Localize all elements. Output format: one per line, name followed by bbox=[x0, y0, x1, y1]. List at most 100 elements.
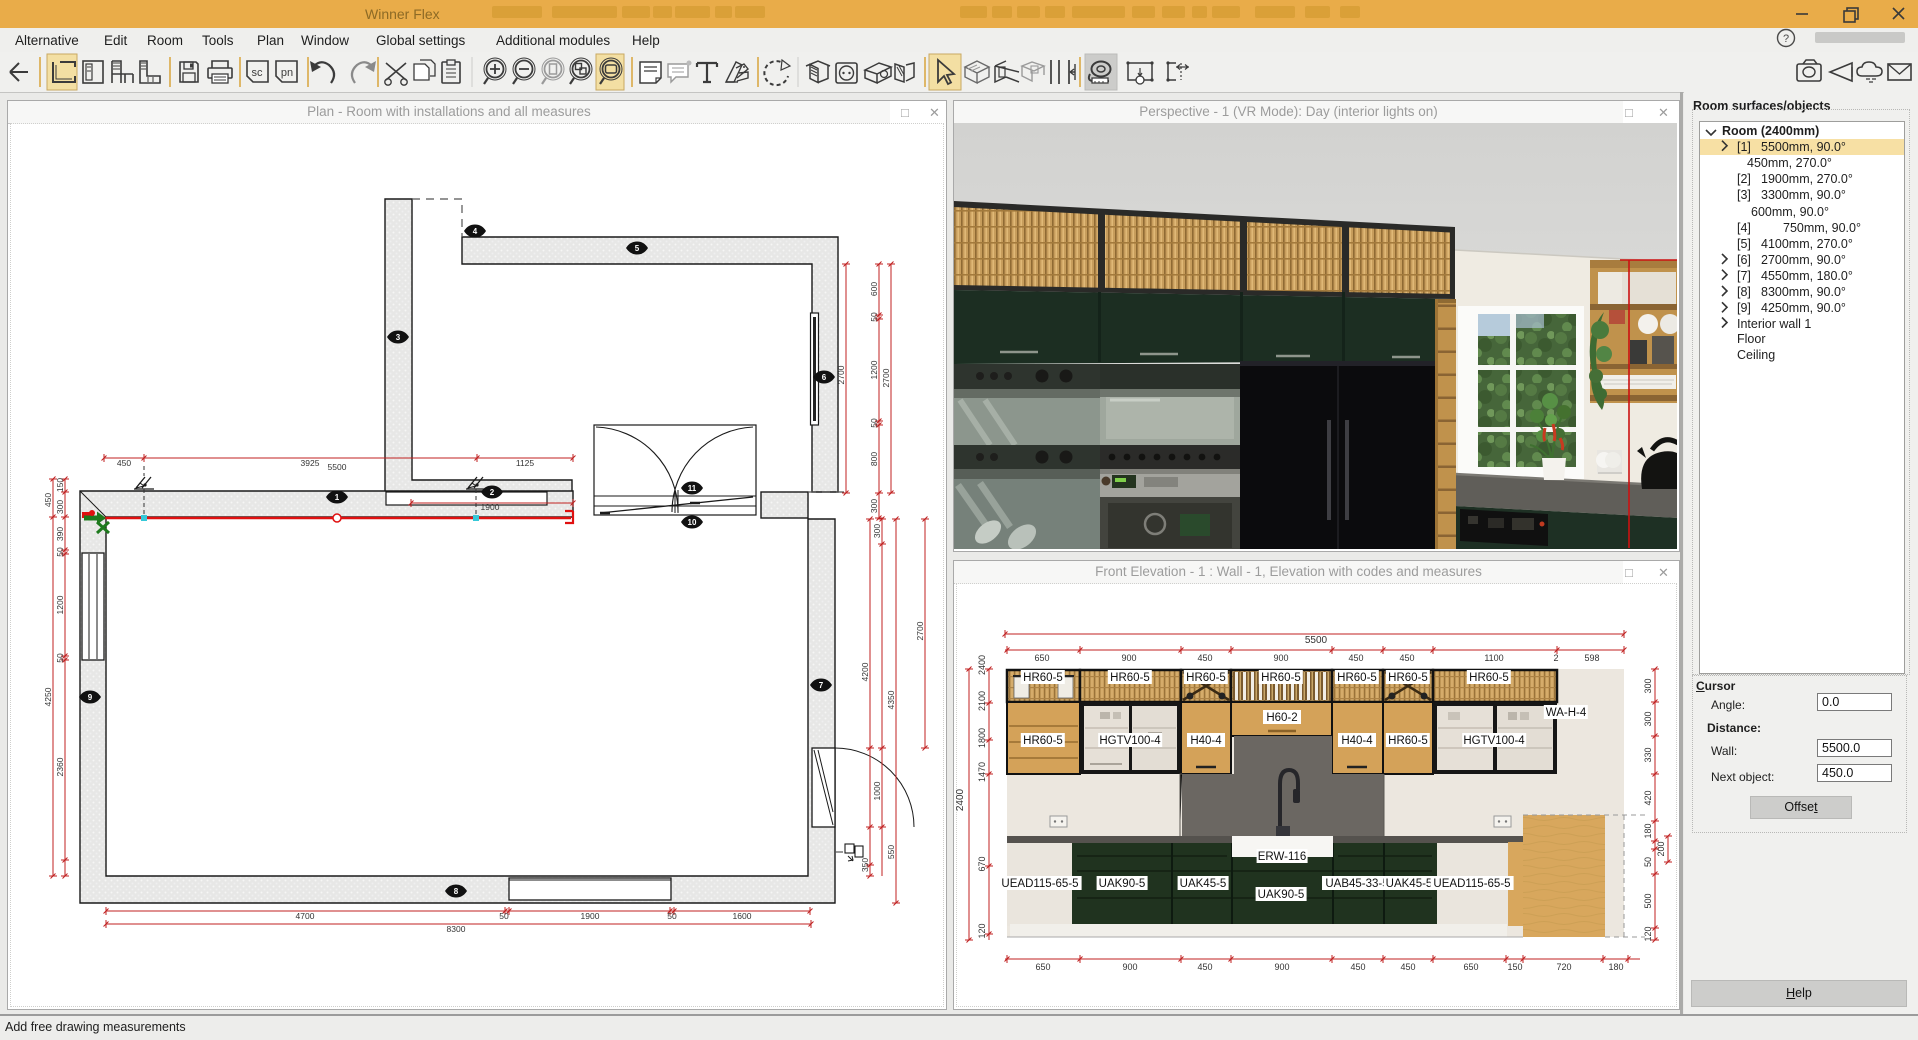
svg-text:1100: 1100 bbox=[1484, 653, 1503, 663]
svg-text:?: ? bbox=[1783, 33, 1789, 45]
svg-text:1: 1 bbox=[335, 493, 340, 502]
svg-text:5500: 5500 bbox=[1305, 635, 1328, 646]
svg-text:ERW-116: ERW-116 bbox=[1258, 851, 1307, 863]
svg-text:4350: 4350 bbox=[886, 690, 896, 709]
svg-text:HR60-5: HR60-5 bbox=[1469, 672, 1509, 684]
svg-text:50: 50 bbox=[869, 312, 879, 322]
svg-text:598: 598 bbox=[1584, 653, 1599, 663]
svg-text:HR60-5: HR60-5 bbox=[1023, 672, 1063, 684]
svg-text:50: 50 bbox=[55, 653, 65, 663]
svg-text:300: 300 bbox=[869, 499, 879, 513]
svg-text:390: 390 bbox=[55, 527, 65, 541]
svg-text:sc: sc bbox=[252, 67, 264, 79]
svg-text:2400: 2400 bbox=[955, 788, 966, 811]
svg-text:UAK45-5: UAK45-5 bbox=[1180, 878, 1227, 890]
svg-text:50: 50 bbox=[499, 911, 509, 921]
svg-text:UAK45-5: UAK45-5 bbox=[1386, 878, 1433, 890]
svg-text:1000: 1000 bbox=[872, 781, 882, 800]
svg-text:10: 10 bbox=[688, 518, 697, 527]
svg-text:11: 11 bbox=[688, 484, 697, 493]
svg-text:2700: 2700 bbox=[915, 621, 925, 640]
svg-text:1900: 1900 bbox=[481, 502, 500, 512]
svg-text:HR60-5: HR60-5 bbox=[1388, 735, 1428, 747]
svg-text:4200: 4200 bbox=[860, 662, 870, 681]
svg-text:2700: 2700 bbox=[881, 368, 891, 387]
svg-text:HR60-5: HR60-5 bbox=[1337, 672, 1377, 684]
svg-text:120: 120 bbox=[977, 923, 987, 938]
svg-text:HR60-5: HR60-5 bbox=[1023, 735, 1063, 747]
svg-text:4700: 4700 bbox=[296, 911, 315, 921]
svg-text:150: 150 bbox=[55, 478, 65, 492]
svg-text:800: 800 bbox=[869, 452, 879, 466]
svg-text:4: 4 bbox=[473, 227, 478, 236]
svg-text:180: 180 bbox=[1608, 962, 1623, 972]
svg-text:450: 450 bbox=[1197, 962, 1212, 972]
svg-text:3: 3 bbox=[396, 333, 401, 342]
svg-text:H40-4: H40-4 bbox=[1190, 735, 1222, 747]
svg-text:2: 2 bbox=[490, 488, 495, 497]
svg-text:600: 600 bbox=[869, 282, 879, 296]
svg-text:300: 300 bbox=[1643, 678, 1653, 693]
svg-text:UAK90-5: UAK90-5 bbox=[1258, 889, 1305, 901]
svg-text:50: 50 bbox=[667, 911, 677, 921]
svg-text:300: 300 bbox=[55, 500, 65, 514]
svg-text:650: 650 bbox=[1035, 962, 1050, 972]
svg-text:120: 120 bbox=[1643, 926, 1653, 941]
svg-text:2700: 2700 bbox=[836, 365, 846, 384]
svg-text:UEAD115-65-5: UEAD115-65-5 bbox=[1433, 878, 1510, 890]
svg-text:2400: 2400 bbox=[977, 655, 987, 675]
svg-text:450: 450 bbox=[1400, 962, 1415, 972]
svg-text:1125: 1125 bbox=[516, 458, 535, 468]
svg-text:1800: 1800 bbox=[977, 728, 987, 748]
svg-text:200: 200 bbox=[1656, 841, 1666, 856]
svg-text:HGTV100-4: HGTV100-4 bbox=[1099, 735, 1161, 747]
svg-text:WA-H-4: WA-H-4 bbox=[1546, 707, 1587, 719]
svg-text:7: 7 bbox=[819, 681, 824, 690]
svg-text:2100: 2100 bbox=[977, 691, 987, 711]
svg-text:900: 900 bbox=[1122, 962, 1137, 972]
svg-text:4250: 4250 bbox=[43, 687, 53, 706]
svg-text:900: 900 bbox=[1273, 653, 1288, 663]
svg-text:300: 300 bbox=[872, 524, 882, 538]
svg-text:2: 2 bbox=[1553, 653, 1558, 663]
svg-text:H60-2: H60-2 bbox=[1266, 712, 1297, 724]
svg-text:8300: 8300 bbox=[447, 924, 466, 934]
svg-text:500: 500 bbox=[1643, 893, 1653, 908]
svg-text:180: 180 bbox=[1643, 823, 1653, 838]
svg-text:450: 450 bbox=[1399, 653, 1414, 663]
svg-text:450: 450 bbox=[1350, 962, 1365, 972]
svg-text:900: 900 bbox=[1274, 962, 1289, 972]
svg-text:5: 5 bbox=[635, 244, 640, 253]
svg-text:HR60-5: HR60-5 bbox=[1110, 672, 1150, 684]
svg-text:6: 6 bbox=[822, 373, 827, 382]
svg-text:2360: 2360 bbox=[55, 757, 65, 776]
svg-text:330: 330 bbox=[1643, 747, 1653, 762]
svg-text:HR60-5: HR60-5 bbox=[1388, 672, 1428, 684]
svg-text:900: 900 bbox=[1121, 653, 1136, 663]
svg-text:50: 50 bbox=[1643, 857, 1653, 867]
svg-text:450: 450 bbox=[43, 493, 53, 507]
svg-text:420: 420 bbox=[1643, 790, 1653, 805]
svg-text:450: 450 bbox=[1197, 653, 1212, 663]
svg-text:650: 650 bbox=[1034, 653, 1049, 663]
svg-text:1600: 1600 bbox=[733, 911, 752, 921]
svg-text:450: 450 bbox=[1348, 653, 1363, 663]
svg-text:UAB45-33-5: UAB45-33-5 bbox=[1325, 878, 1388, 890]
svg-text:650: 650 bbox=[1463, 962, 1478, 972]
svg-text:5500: 5500 bbox=[328, 462, 347, 472]
svg-text:50: 50 bbox=[869, 418, 879, 428]
svg-text:3925: 3925 bbox=[301, 458, 320, 468]
svg-text:550: 550 bbox=[886, 845, 896, 859]
svg-text:H40-4: H40-4 bbox=[1341, 735, 1373, 747]
svg-text:8: 8 bbox=[454, 887, 459, 896]
svg-text:pn: pn bbox=[281, 67, 293, 79]
svg-text:HR60-5: HR60-5 bbox=[1186, 672, 1226, 684]
svg-text:1200: 1200 bbox=[869, 360, 879, 379]
svg-text:450: 450 bbox=[117, 458, 131, 468]
svg-text:150: 150 bbox=[1507, 962, 1522, 972]
svg-text:9: 9 bbox=[88, 693, 93, 702]
svg-text:300: 300 bbox=[1643, 711, 1653, 726]
svg-text:UEAD115-65-5: UEAD115-65-5 bbox=[1001, 878, 1078, 890]
svg-text:670: 670 bbox=[977, 856, 987, 871]
svg-text:HR60-5: HR60-5 bbox=[1261, 672, 1301, 684]
